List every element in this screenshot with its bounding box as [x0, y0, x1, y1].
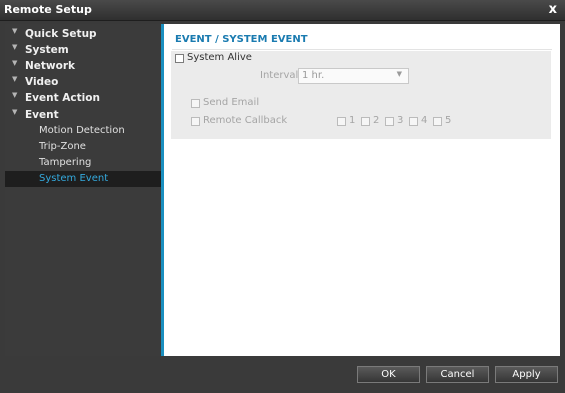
remote-callback-label: Remote Callback — [203, 115, 288, 126]
system-event-panel: System Alive Interval 1 hr. ▼ Send Email… — [171, 51, 551, 139]
callback-5-checkbox[interactable] — [433, 117, 442, 126]
remote-callback-checkbox[interactable] — [191, 117, 200, 126]
interval-select[interactable]: 1 hr. ▼ — [298, 68, 409, 84]
settings-content: EVENT / SYSTEM EVENT System Alive Interv… — [164, 24, 560, 356]
expand-arrow-icon: ▼ — [12, 27, 18, 35]
sidebar-item-label: System Event — [39, 173, 109, 184]
sidebar-item-event[interactable]: ▼ Event — [5, 108, 161, 124]
sidebar-item-label: Event — [25, 109, 59, 121]
sidebar-item-label: Network — [25, 60, 76, 72]
close-icon[interactable]: x — [549, 2, 557, 17]
callback-2-checkbox[interactable] — [361, 117, 370, 126]
expand-arrow-icon: ▼ — [12, 91, 18, 99]
system-alive-label: System Alive — [187, 52, 252, 63]
system-alive-checkbox[interactable] — [175, 54, 184, 63]
callback-1-label: 1 — [349, 115, 356, 126]
expand-arrow-icon: ▼ — [12, 75, 18, 83]
sidebar-item-video[interactable]: ▼ Video — [5, 75, 161, 91]
collapse-arrow-icon: ▼ — [12, 108, 18, 116]
sidebar-item-label: Video — [25, 76, 59, 88]
sidebar-item-motion-detection[interactable]: Motion Detection — [5, 123, 161, 139]
sidebar-item-label: Trip-Zone — [39, 141, 86, 152]
sidebar-item-event-action[interactable]: ▼ Event Action — [5, 91, 161, 107]
sidebar-item-label: Motion Detection — [39, 125, 125, 136]
send-email-checkbox[interactable] — [191, 99, 200, 108]
page-title: EVENT / SYSTEM EVENT — [175, 34, 308, 45]
heading-divider — [172, 49, 552, 50]
window-title: Remote Setup — [4, 3, 92, 16]
ok-button[interactable]: OK — [357, 366, 420, 383]
callback-1-checkbox[interactable] — [337, 117, 346, 126]
sidebar-item-label: Tampering — [39, 157, 92, 168]
callback-4-label: 4 — [421, 115, 428, 126]
send-email-label: Send Email — [203, 97, 260, 108]
sidebar: ▼ Quick Setup ▼ System ▼ Network ▼ Video… — [5, 24, 161, 356]
interval-label: Interval — [260, 70, 299, 81]
callback-3-checkbox[interactable] — [385, 117, 394, 126]
expand-arrow-icon: ▼ — [12, 59, 18, 67]
sidebar-item-system[interactable]: ▼ System — [5, 43, 161, 59]
apply-button[interactable]: Apply — [495, 366, 558, 383]
callback-2-label: 2 — [373, 115, 380, 126]
sidebar-item-tampering[interactable]: Tampering — [5, 155, 161, 171]
expand-arrow-icon: ▼ — [12, 43, 18, 51]
sidebar-item-network[interactable]: ▼ Network — [5, 59, 161, 75]
sidebar-item-label: System — [25, 44, 69, 56]
callback-4-checkbox[interactable] — [409, 117, 418, 126]
title-bar: Remote Setup x — [0, 0, 565, 21]
sidebar-item-label: Event Action — [25, 92, 100, 104]
cancel-button[interactable]: Cancel — [426, 366, 489, 383]
sidebar-item-label: Quick Setup — [25, 28, 97, 40]
sidebar-item-quick-setup[interactable]: ▼ Quick Setup — [5, 27, 161, 43]
interval-value: 1 hr. — [302, 70, 325, 81]
callback-3-label: 3 — [397, 115, 404, 126]
sidebar-item-trip-zone[interactable]: Trip-Zone — [5, 139, 161, 155]
chevron-down-icon: ▼ — [396, 70, 402, 78]
callback-5-label: 5 — [445, 115, 452, 126]
sidebar-item-system-event[interactable]: System Event — [5, 171, 161, 187]
